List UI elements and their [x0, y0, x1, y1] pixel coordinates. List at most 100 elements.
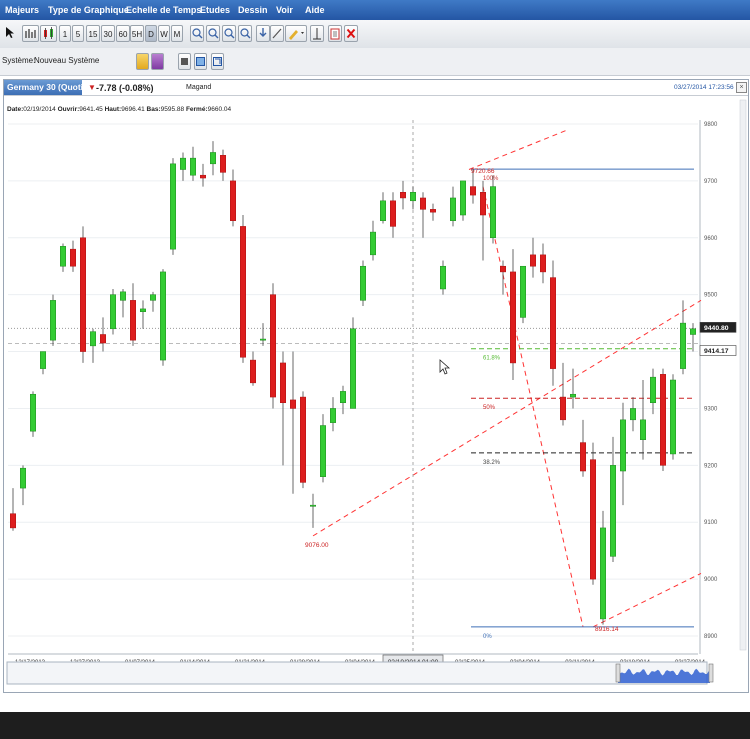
candle-body — [420, 197, 426, 210]
candle-body — [20, 467, 26, 489]
candle-body — [660, 374, 666, 466]
candle-body — [230, 180, 236, 221]
pointer-tool-icon[interactable] — [4, 25, 18, 42]
candle-body — [480, 192, 486, 216]
mouse-cursor-icon — [439, 359, 451, 375]
candle-body — [200, 174, 206, 179]
menu-majeurs[interactable]: Majeurs — [5, 5, 39, 15]
candle-body — [240, 226, 246, 358]
period-button-5h[interactable]: 5H — [130, 25, 144, 42]
candle-body — [260, 338, 266, 341]
delete-icon[interactable] — [344, 25, 358, 42]
candle-body — [440, 265, 446, 290]
save-disk-icon[interactable] — [151, 53, 164, 70]
candle-body — [60, 246, 66, 267]
navigator-panel[interactable] — [6, 661, 708, 685]
trading-app-window: Majeurs Type de Graphique Echelle de Tem… — [0, 0, 750, 712]
candle-body — [160, 271, 166, 361]
pencil-tool-icon[interactable] — [285, 25, 307, 42]
candle-body — [140, 308, 146, 312]
fib-382-line-label: 38.2% — [483, 460, 501, 466]
candle-body — [640, 419, 646, 440]
menu-dessin[interactable]: Dessin — [238, 5, 268, 15]
navigator-handle-left[interactable] — [615, 663, 621, 683]
candle-body — [210, 152, 216, 165]
period-button-30[interactable]: 30 — [101, 25, 115, 42]
candle-body — [310, 504, 316, 507]
y-tick-label: 9100 — [704, 520, 718, 526]
period-button-m[interactable]: M — [171, 25, 183, 42]
candlestick-chart-icon[interactable] — [40, 25, 57, 42]
menu-aide[interactable]: Aide — [305, 5, 325, 15]
chart-panel: Germany 30 (Quotidie... ▼ -7.78 (-0.08%)… — [3, 79, 749, 693]
candle-body — [430, 209, 436, 213]
menu-echelle-de-temps[interactable]: Echelle de Temps — [126, 5, 201, 15]
period-button-w[interactable]: W — [158, 25, 170, 42]
candle-body — [520, 265, 526, 318]
candle-body — [590, 459, 596, 580]
candle-body — [610, 465, 616, 557]
candle-body — [560, 396, 566, 421]
vertical-line-icon[interactable] — [310, 25, 324, 42]
candle-body — [600, 527, 606, 620]
candle-body — [400, 192, 406, 199]
menu-etudes[interactable]: Etudes — [200, 5, 230, 15]
period-button-1[interactable]: 1 — [59, 25, 71, 42]
candle-body — [530, 254, 536, 267]
print-icon[interactable] — [328, 25, 342, 42]
menu-type-de-graphique[interactable]: Type de Graphique — [48, 5, 129, 15]
vertical-scrollbar[interactable] — [739, 99, 747, 651]
candle-body — [580, 442, 586, 472]
fib-100-line-label: 100% — [483, 176, 499, 182]
candle-body — [350, 328, 356, 409]
candle-body — [500, 265, 506, 273]
layout-icon[interactable] — [178, 53, 191, 70]
candle-body — [150, 294, 156, 301]
annotation-9720: 9720.66 — [471, 168, 495, 175]
system-value[interactable]: Nouveau Système — [34, 56, 99, 65]
candle-body — [50, 300, 56, 341]
period-button-15[interactable]: 15 — [86, 25, 100, 42]
download-arrow-icon[interactable] — [256, 25, 270, 42]
fullscreen-icon[interactable] — [211, 53, 224, 70]
candle-body — [650, 376, 656, 404]
menu-voir[interactable]: Voir — [276, 5, 293, 15]
candle-body — [40, 351, 46, 369]
y-tick-label: 9300 — [704, 406, 718, 412]
crosshair-chart-icon[interactable] — [22, 25, 39, 42]
period-button-5[interactable]: 5 — [72, 25, 84, 42]
open-folder-icon[interactable] — [136, 53, 149, 70]
price-chart[interactable]: 9800970096009500940093009200910090008900… — [4, 80, 748, 692]
y-tick-label: 9500 — [704, 293, 718, 299]
toolbar: 1 5 15 30 60 5H D W M — [0, 20, 750, 49]
candle-body — [100, 334, 106, 344]
y-tick-label: 9600 — [704, 236, 718, 242]
zoom-out-icon[interactable] — [206, 25, 220, 42]
candle-body — [30, 393, 36, 432]
candles-group — [10, 141, 696, 625]
period-button-d[interactable]: D — [145, 25, 157, 42]
candle-body — [180, 157, 186, 170]
candle-body — [670, 379, 676, 455]
candle-body — [370, 231, 376, 256]
candle-body — [340, 391, 346, 404]
line-tool-dropdown-icon[interactable] — [270, 25, 284, 42]
candle-body — [270, 294, 276, 398]
candle-body — [80, 237, 86, 352]
system-label: Système: — [2, 56, 36, 65]
zoom-in-icon[interactable] — [190, 25, 204, 42]
menu-bar: Majeurs Type de Graphique Echelle de Tem… — [0, 0, 750, 20]
candle-body — [170, 163, 176, 250]
candle-body — [220, 155, 226, 173]
window-icon[interactable] — [194, 53, 207, 70]
navigator-handle-right[interactable] — [708, 663, 714, 683]
candle-body — [680, 322, 686, 369]
period-button-60[interactable]: 60 — [116, 25, 130, 42]
candle-body — [450, 197, 456, 221]
y-tick-label: 9000 — [704, 577, 718, 583]
candle-body — [190, 157, 196, 176]
zoom-reset-icon[interactable] — [238, 25, 252, 42]
zoom-fit-icon[interactable] — [222, 25, 236, 42]
annotation-9076: 9076.00 — [305, 542, 329, 549]
annotation-8916: 8916.14 — [595, 626, 619, 633]
